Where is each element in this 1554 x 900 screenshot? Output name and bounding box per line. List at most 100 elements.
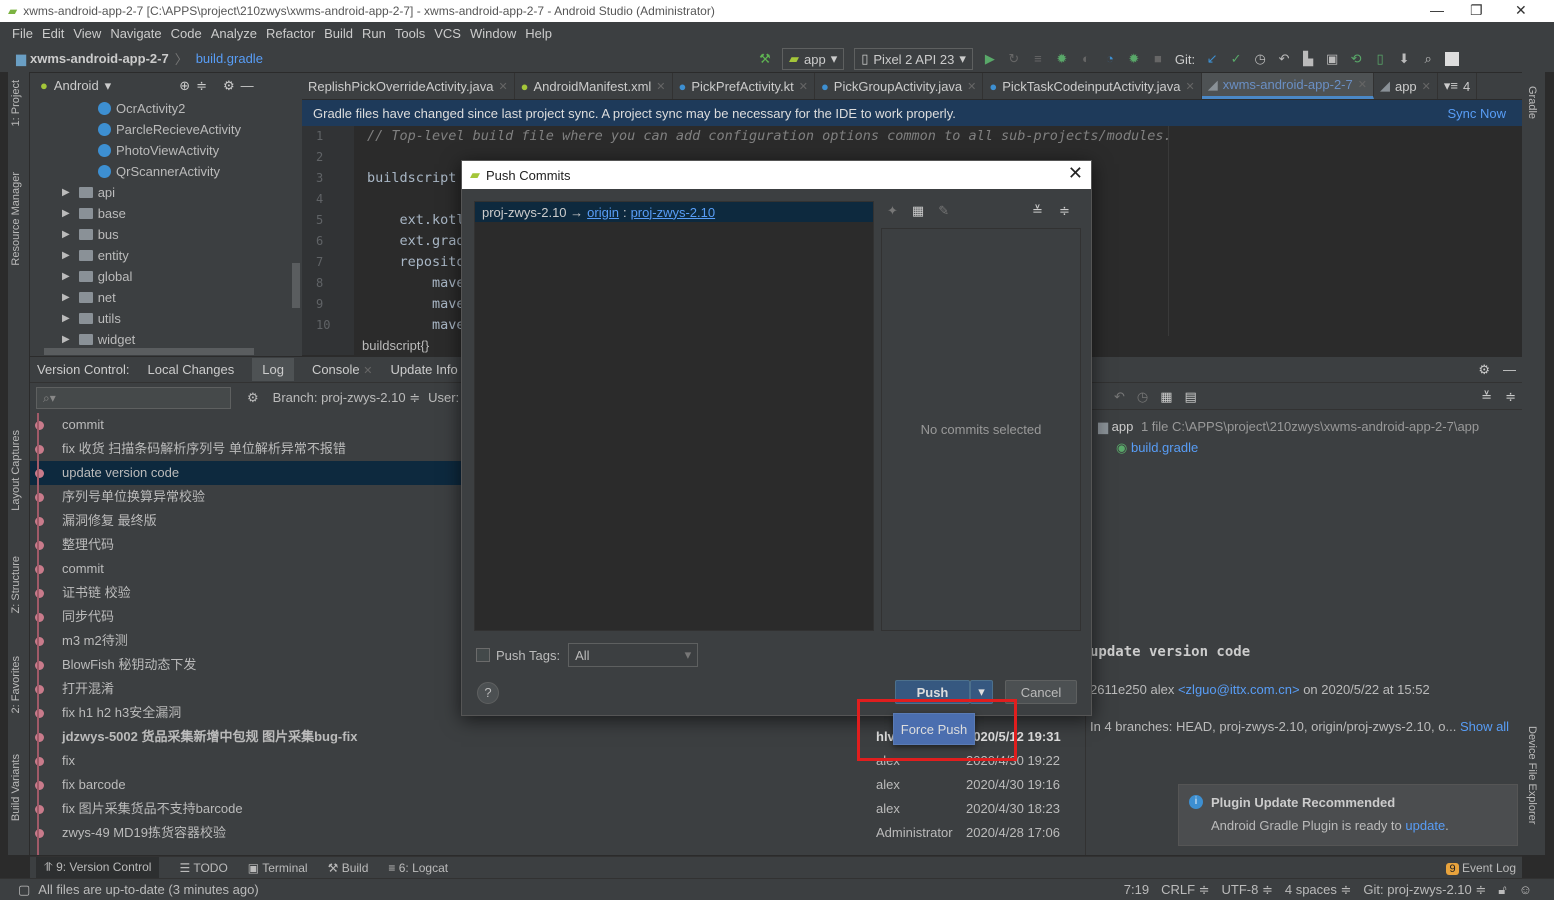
log-row[interactable]: zwys-49 MD19拣货容器校验 Administrator 2020/4/28… [30,821,1080,845]
collapse-all-icon[interactable]: ≑ [1059,203,1070,219]
tool-tab-favorites[interactable]: 2: Favorites [10,656,22,713]
push-branch-row[interactable]: proj-zwys-2.10 → origin : proj-zwys-2.10 [475,202,873,222]
project-scrollbar[interactable] [292,263,300,308]
tool-tab-device-file-explorer[interactable]: Device File Explorer [1526,726,1538,824]
hammer-build-icon[interactable]: ⚒ [758,52,772,66]
lock-icon[interactable]: 🔓︎ [1498,882,1506,898]
avatar[interactable] [1445,52,1460,66]
tab-update-info[interactable]: Update Info [390,362,457,377]
tool-tab-version-control[interactable]: ⥣ 9: Version Control [36,857,160,878]
group-by-icon[interactable]: ▦ [912,203,924,219]
log-row[interactable]: fix barcode alex 2020/4/30 19:16 [30,773,1080,797]
tab-close-icon[interactable]: ✕ [656,80,665,93]
log-settings-icon[interactable]: ⚙ [247,390,259,406]
changed-file-row[interactable]: ◉ build.gradle [1098,437,1510,458]
tab-close-icon[interactable]: ✕ [967,80,976,93]
expand-all-icon[interactable]: ≚ [1481,389,1492,405]
expand-arrow-icon[interactable]: ▶ [62,208,70,219]
caret-position[interactable]: 7:19 [1124,882,1149,898]
tree-item[interactable]: QrScannerActivity [30,161,302,182]
editor-tab[interactable]: ◢ app ✕ [1374,73,1438,99]
editor-tab[interactable]: ● PickTaskCodeinputActivity.java ✕ [983,73,1202,99]
editor-breadcrumb[interactable]: buildscript{} [362,338,429,353]
log-row[interactable]: fix 图片采集货品不支持barcode alex 2020/4/30 18:23 [30,797,1080,821]
tree-item[interactable]: ▶ api [30,182,302,203]
stop-icon[interactable]: ■ [1151,52,1165,66]
expand-arrow-icon[interactable]: ▶ [62,334,70,345]
tree-item[interactable]: ▶ net [30,287,302,308]
editor-tab[interactable]: ● PickGroupActivity.java ✕ [815,73,984,99]
tool-tab-build[interactable]: ⚒ Build [328,861,369,875]
menu-build[interactable]: Build [324,26,353,41]
tool-tab-resource-manager[interactable]: Resource Manager [10,172,22,266]
tree-item[interactable]: PhotoViewActivity [30,140,302,161]
tool-tab-layout-captures[interactable]: Layout Captures [10,430,22,511]
menu-file[interactable]: File [12,26,33,41]
show-all-link[interactable]: Show all [1460,719,1509,734]
branch-filter[interactable]: Branch: proj-zwys-2.10 ≑ [273,390,420,406]
tool-tab-todo[interactable]: ☰ TODO [179,861,227,875]
log-search-input[interactable]: ⌕▾ [36,386,231,409]
history-icon[interactable]: ◷ [1137,389,1148,405]
remote-link[interactable]: origin [587,205,619,220]
history-icon[interactable]: ◷ [1253,52,1267,66]
push-tags-checkbox[interactable] [476,648,490,662]
tab-log[interactable]: Log [252,358,294,381]
tree-item[interactable]: ▶ bus [30,224,302,245]
vc-gear-icon[interactable]: ⚙ [1478,362,1490,378]
search-icon[interactable]: ⌕ [1421,52,1435,66]
layout-inspector-icon[interactable]: ▣ [1325,52,1339,66]
git-commit-icon[interactable]: ✓ [1229,52,1243,66]
tab-close-icon[interactable]: ✕ [1358,78,1367,91]
push-button[interactable]: Push [895,680,970,704]
expand-arrow-icon[interactable]: ▶ [62,313,70,324]
expand-arrow-icon[interactable]: ▶ [62,229,70,240]
collapse-all-icon[interactable]: ≑ [196,78,207,94]
tool-tab-project[interactable]: 1: Project [10,80,22,126]
tool-tab-structure[interactable]: Z: Structure [10,556,22,613]
tab-local-changes[interactable]: Local Changes [148,362,235,377]
maximize-button[interactable]: ❐ [1470,2,1483,19]
cancel-button[interactable]: Cancel [1005,680,1077,704]
menu-refactor[interactable]: Refactor [266,26,315,41]
menu-vcs[interactable]: VCS [434,26,461,41]
profile-icon[interactable]: ◔ [1103,52,1117,66]
project-view-select[interactable]: Android [54,78,99,93]
tab-close-icon[interactable]: ✕ [498,80,507,93]
locate-icon[interactable]: ⊕ [179,78,190,94]
apply-code-icon[interactable]: ≡ [1031,52,1045,66]
expand-arrow-icon[interactable]: ▶ [62,187,70,198]
menu-code[interactable]: Code [171,26,202,41]
collapse-all-icon[interactable]: ≑ [1505,389,1516,405]
edit-icon[interactable]: ✎ [938,203,949,219]
tab-close-icon[interactable]: ✕ [799,80,808,93]
inspector-icon[interactable]: ☺ [1519,882,1532,898]
tool-tab-gradle[interactable]: Gradle [1526,86,1538,119]
breadcrumb-project[interactable]: xwms-android-app-2-7 [30,51,169,66]
apply-changes-icon[interactable]: ↻ [1007,52,1021,66]
gear-icon[interactable]: ⚙ [223,78,235,94]
tree-item[interactable]: ParcleRecieveActivity [30,119,302,140]
help-button[interactable]: ? [477,682,499,704]
breadcrumb-file[interactable]: build.gradle [196,51,263,66]
close-window-button[interactable]: ✕ [1515,2,1527,19]
menu-analyze[interactable]: Analyze [211,26,257,41]
expand-arrow-icon[interactable]: ▶ [62,292,70,303]
tool-tab-build-variants[interactable]: Build Variants [10,754,22,821]
sdk-manager-icon[interactable]: ⬇ [1397,52,1411,66]
project-hscrollbar[interactable] [44,348,254,355]
force-push-menu-item[interactable]: Force Push [893,713,975,745]
editor-tab[interactable]: ● AndroidManifest.xml ✕ [515,73,673,99]
debug-attach-icon[interactable]: ✹ [1127,52,1141,66]
editor-tab[interactable]: ● PickPrefActivity.kt ✕ [673,73,815,99]
menu-help[interactable]: Help [525,26,552,41]
menu-window[interactable]: Window [470,26,516,41]
expand-arrow-icon[interactable]: ▶ [62,271,70,282]
tree-item[interactable]: OcrActivity2 [30,98,302,119]
git-update-icon[interactable]: ↙ [1205,52,1219,66]
hide-icon[interactable]: — [241,78,254,93]
tree-item[interactable]: ▶ utils [30,308,302,329]
menu-tools[interactable]: Tools [395,26,425,41]
plugin-update-notification[interactable]: i Plugin Update Recommended Android Grad… [1178,784,1518,846]
dialog-close-button[interactable]: ✕ [1068,163,1083,184]
